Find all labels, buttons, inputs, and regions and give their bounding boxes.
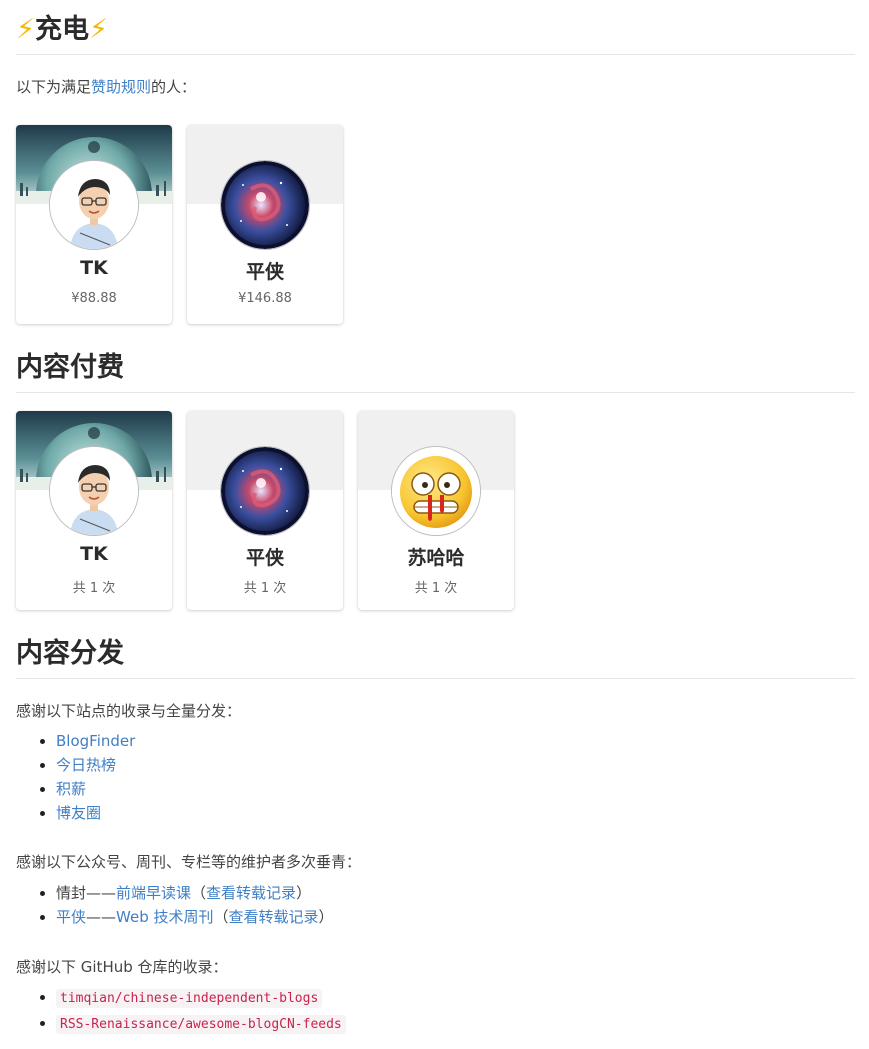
sponsor-amount: ¥88.88 xyxy=(71,291,117,306)
repost-record-link[interactable]: 查看转载记录 xyxy=(206,884,296,902)
media-person-link[interactable]: 平侠 xyxy=(56,908,86,926)
site-link-boyouquan[interactable]: 博友圈 xyxy=(56,804,101,822)
list-item: timqian/chinese-independent-blogs xyxy=(56,985,346,1011)
list-item: 平侠——Web 技术周刊（查看转载记录） xyxy=(56,905,334,929)
payer-name: TK xyxy=(80,543,108,565)
payer-count: 共 1 次 xyxy=(243,581,287,596)
payer-count: 共 1 次 xyxy=(414,581,458,596)
sponsor-name: TK xyxy=(80,257,108,279)
payer-card-tk[interactable]: TK 共 1 次 xyxy=(16,411,172,610)
payer-name: 平侠 xyxy=(245,547,284,569)
avatar xyxy=(49,160,139,250)
avatar xyxy=(391,446,481,536)
avatar xyxy=(49,446,139,536)
distribution-heading: 内容分发 xyxy=(16,636,855,679)
payer-name: 苏哈哈 xyxy=(407,547,465,569)
media-outlet-link[interactable]: Web 技术周刊 xyxy=(116,908,213,926)
payer-count: 共 1 次 xyxy=(72,581,116,596)
media-intro: 感谢以下公众号、周刊、专栏等的维护者多次垂青： xyxy=(16,853,362,871)
github-intro: 感谢以下 GitHub 仓库的收录： xyxy=(16,958,228,976)
avatar xyxy=(220,446,310,536)
sponsor-cards: TK ¥88.88 平侠 ¥146.88 xyxy=(16,125,343,324)
media-person: 情封 xyxy=(56,884,87,902)
sites-list: BlogFinder 今日热榜 积薪 博友圈 xyxy=(16,729,135,825)
media-list: 情封——前端早读课（查看转载记录） 平侠——Web 技术周刊（查看转载记录） xyxy=(16,881,334,929)
avatar xyxy=(220,160,310,250)
list-item: 博友圈 xyxy=(56,801,135,825)
repo-link[interactable]: RSS-Renaissance/awesome-blogCN-feeds xyxy=(56,1014,346,1034)
charging-title: 充电 xyxy=(34,14,89,45)
lightning-icon: ⚡ xyxy=(16,14,35,45)
site-link-jixin[interactable]: 积薪 xyxy=(56,780,86,798)
sites-intro: 感谢以下站点的收录与全量分发： xyxy=(16,702,242,720)
sponsor-card-tk[interactable]: TK ¥88.88 xyxy=(16,125,172,324)
repost-record-link[interactable]: 查看转载记录 xyxy=(229,908,319,926)
payer-card-suhaha[interactable]: 苏哈哈 共 1 次 xyxy=(358,411,514,610)
site-link-jinrirebang[interactable]: 今日热榜 xyxy=(56,756,116,774)
list-item: 情封——前端早读课（查看转载记录） xyxy=(56,881,334,905)
list-item: 积薪 xyxy=(56,777,135,801)
sponsor-rules-link[interactable]: 赞助规则 xyxy=(91,78,151,96)
charging-heading: ⚡充电⚡ xyxy=(16,12,855,55)
media-outlet-link[interactable]: 前端早读课 xyxy=(116,884,191,902)
sponsor-name: 平侠 xyxy=(245,261,284,283)
repo-list: timqian/chinese-independent-blogs RSS-Re… xyxy=(16,985,346,1037)
charging-intro: 以下为满足赞助规则的人： xyxy=(16,78,197,96)
lightning-icon: ⚡ xyxy=(88,14,108,45)
list-item: 今日热榜 xyxy=(56,753,135,777)
sponsor-amount: ¥146.88 xyxy=(238,291,292,306)
paid-content-heading: 内容付费 xyxy=(16,350,855,393)
repo-link[interactable]: timqian/chinese-independent-blogs xyxy=(56,988,323,1008)
sponsor-card-pingxia[interactable]: 平侠 ¥146.88 xyxy=(187,125,343,324)
list-item: BlogFinder xyxy=(56,729,135,753)
site-link-blogfinder[interactable]: BlogFinder xyxy=(56,732,135,750)
paid-cards: TK 共 1 次 平侠 共 1 次 苏哈哈 共 1 次 xyxy=(16,411,514,610)
payer-card-pingxia[interactable]: 平侠 共 1 次 xyxy=(187,411,343,610)
list-item: RSS-Renaissance/awesome-blogCN-feeds xyxy=(56,1011,346,1037)
